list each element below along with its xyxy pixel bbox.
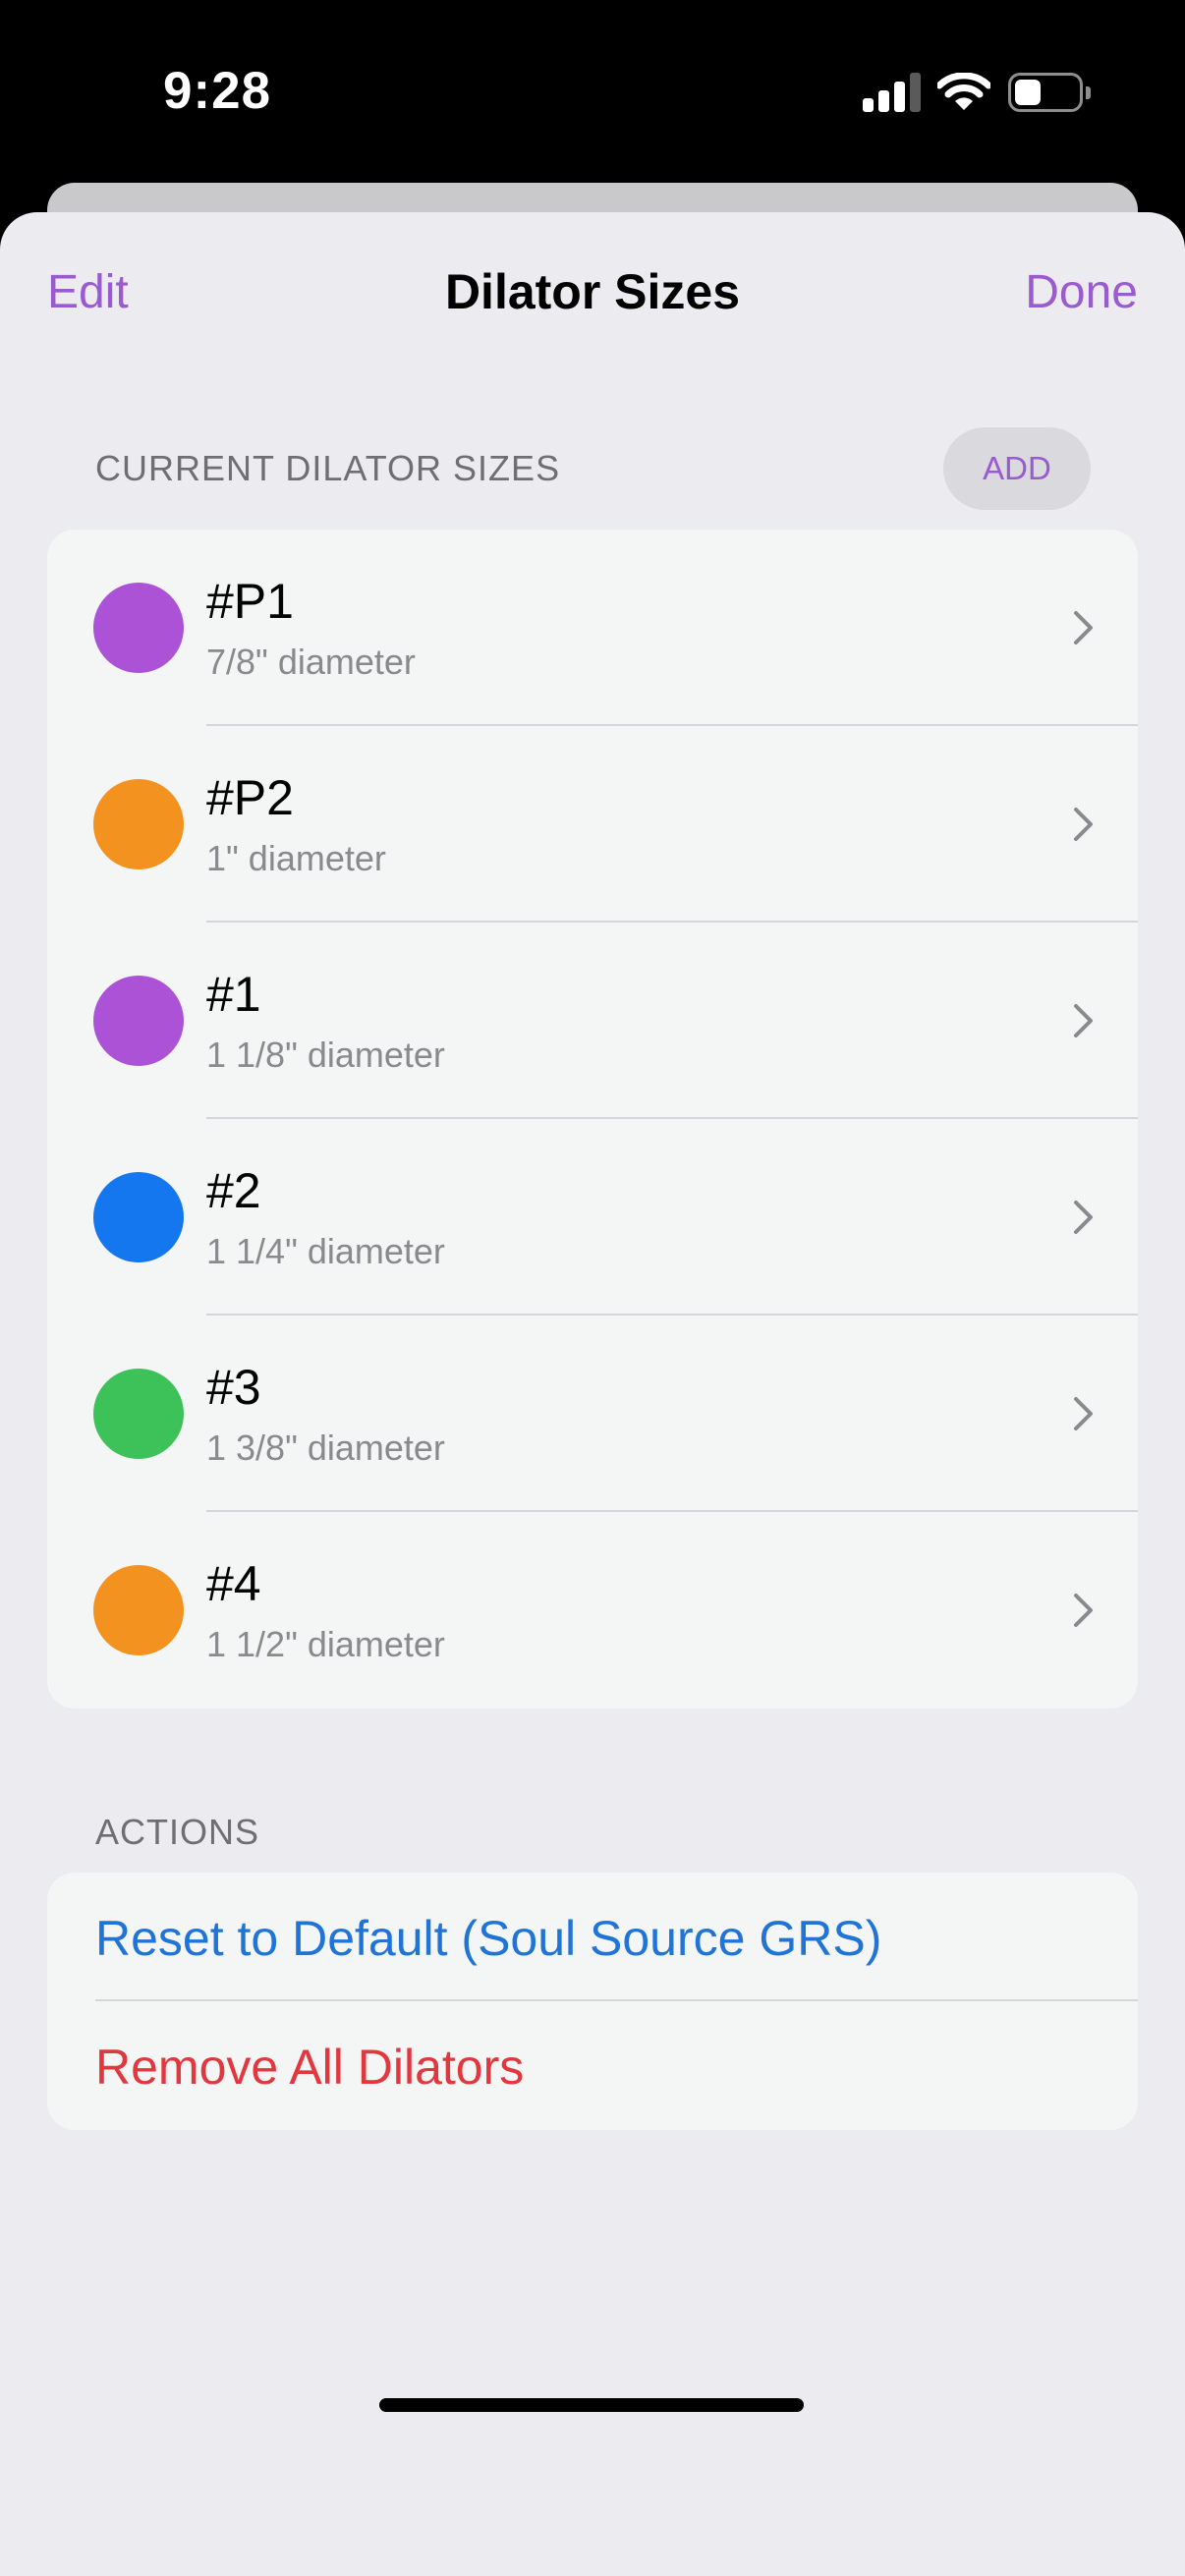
- dilator-name: #3: [206, 1360, 261, 1415]
- dilator-sizes-sheet: Edit Dilator Sizes Done CURRENT DILATOR …: [0, 212, 1185, 2576]
- status-bar: 9:28: [0, 0, 1185, 187]
- chevron-right-icon: [1074, 1594, 1093, 1627]
- wifi-icon: [937, 73, 990, 110]
- color-dot: [93, 1565, 184, 1655]
- current-sizes-header: CURRENT DILATOR SIZES: [95, 448, 561, 488]
- chevron-right-icon: [1074, 1201, 1093, 1234]
- dilator-row[interactable]: #3 1 3/8" diameter: [47, 1316, 1138, 1512]
- color-dot: [93, 976, 184, 1066]
- dilator-row[interactable]: #P2 1" diameter: [47, 726, 1138, 923]
- signal-icon: [863, 73, 921, 112]
- color-dot: [93, 1369, 184, 1459]
- chevron-right-icon: [1074, 808, 1093, 841]
- dilator-name: #1: [206, 967, 261, 1022]
- reset-to-default-label: Reset to Default (Soul Source GRS): [95, 1911, 882, 1966]
- dilator-list: #P1 7/8" diameter #P2 1" diameter #1 1 1/8" d…: [47, 530, 1138, 1708]
- page-title: Dilator Sizes: [444, 264, 741, 319]
- dilator-name: #P1: [206, 574, 294, 629]
- color-dot: [93, 779, 184, 869]
- dilator-diameter: 1 1/2" diameter: [206, 1624, 445, 1664]
- screen: 9:28 Edit Dilator Sizes Done CURRENT DIL…: [0, 0, 1185, 2576]
- dilator-diameter: 7/8" diameter: [206, 642, 416, 682]
- chevron-right-icon: [1074, 1397, 1093, 1430]
- remove-all-dilators-label: Remove All Dilators: [95, 2040, 525, 2095]
- home-indicator: [379, 2398, 804, 2412]
- actions-header: ACTIONS: [95, 1812, 260, 1852]
- actions-card: Reset to Default (Soul Source GRS) Remov…: [47, 1873, 1138, 2130]
- remove-all-dilators-button[interactable]: Remove All Dilators: [47, 2001, 1138, 2130]
- dilator-diameter: 1 1/8" diameter: [206, 1035, 445, 1075]
- dilator-diameter: 1 1/4" diameter: [206, 1231, 445, 1271]
- color-dot: [93, 1172, 184, 1262]
- status-icons: [863, 73, 1091, 112]
- dilator-row[interactable]: #1 1 1/8" diameter: [47, 923, 1138, 1119]
- battery-icon: [1008, 73, 1091, 112]
- dilator-name: #P2: [206, 770, 294, 825]
- reset-to-default-button[interactable]: Reset to Default (Soul Source GRS): [47, 1873, 1138, 2001]
- dilator-name: #2: [206, 1163, 261, 1218]
- color-dot: [93, 583, 184, 673]
- status-time: 9:28: [163, 62, 272, 120]
- dilator-name: #4: [206, 1556, 261, 1611]
- dilator-row[interactable]: #P1 7/8" diameter: [47, 530, 1138, 726]
- nav-bar: Edit Dilator Sizes Done: [0, 212, 1185, 379]
- chevron-right-icon: [1074, 611, 1093, 644]
- chevron-right-icon: [1074, 1004, 1093, 1037]
- dilator-row[interactable]: #2 1 1/4" diameter: [47, 1119, 1138, 1316]
- dilator-diameter: 1 3/8" diameter: [206, 1428, 445, 1468]
- done-button[interactable]: Done: [1025, 265, 1138, 319]
- add-button[interactable]: ADD: [943, 427, 1091, 510]
- dilator-row[interactable]: #4 1 1/2" diameter: [47, 1512, 1138, 1708]
- dilator-diameter: 1" diameter: [206, 838, 386, 878]
